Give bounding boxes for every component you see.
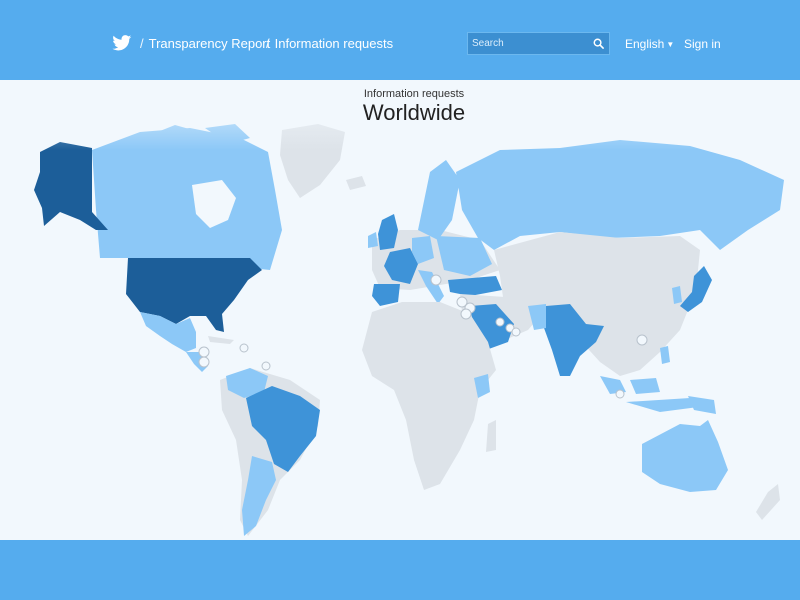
- world-map[interactable]: [0, 80, 800, 540]
- marker-circle: [460, 308, 472, 320]
- breadcrumb-label: Information requests: [274, 36, 394, 51]
- breadcrumb-transparency-report[interactable]: / Transparency Report: [140, 36, 270, 51]
- marker-circle: [511, 327, 521, 337]
- map-title: Worldwide: [362, 100, 466, 125]
- language-label: English: [625, 37, 665, 51]
- marker-circle: [261, 361, 271, 371]
- search-box: [467, 32, 610, 55]
- country-africa[interactable]: [362, 302, 496, 490]
- breadcrumb-label: Transparency Report: [148, 36, 271, 51]
- search-input[interactable]: [472, 35, 587, 52]
- chevron-down-icon: ▼: [666, 40, 675, 49]
- map-panel: Information requests Worldwide: [0, 80, 800, 540]
- marker-circle: [430, 274, 442, 286]
- twitter-bird-icon[interactable]: [112, 35, 132, 51]
- country-russia[interactable]: [456, 140, 784, 250]
- country-caribbean[interactable]: [208, 336, 234, 344]
- country-madagascar[interactable]: [486, 420, 496, 452]
- marker-circle: [239, 343, 249, 353]
- marker-circle: [198, 356, 210, 368]
- country-ireland[interactable]: [368, 232, 378, 248]
- country-new-zealand[interactable]: [756, 484, 780, 520]
- breadcrumb-separator: /: [140, 36, 144, 51]
- country-scandinavia[interactable]: [418, 160, 460, 240]
- footer-bar: [0, 540, 800, 600]
- country-indonesia[interactable]: [630, 378, 660, 394]
- map-subtitle: Information requests: [363, 88, 465, 100]
- marker-circle: [615, 389, 625, 399]
- country-philippines[interactable]: [660, 346, 670, 364]
- breadcrumb-information-requests[interactable]: / Information requests: [266, 36, 393, 51]
- marker-circle: [198, 346, 210, 358]
- header-bar: / Transparency Report / Information reques…: [0, 0, 800, 80]
- search-icon[interactable]: [593, 38, 604, 49]
- country-spain[interactable]: [372, 284, 400, 306]
- breadcrumb-separator: /: [266, 36, 270, 51]
- country-papua[interactable]: [688, 396, 716, 414]
- marker-circle: [636, 334, 648, 346]
- marker-circle: [495, 317, 505, 327]
- country-australia[interactable]: [642, 420, 728, 492]
- language-selector[interactable]: English ▼: [625, 37, 674, 51]
- country-iceland[interactable]: [346, 176, 366, 190]
- sign-in-link[interactable]: Sign in: [684, 37, 721, 51]
